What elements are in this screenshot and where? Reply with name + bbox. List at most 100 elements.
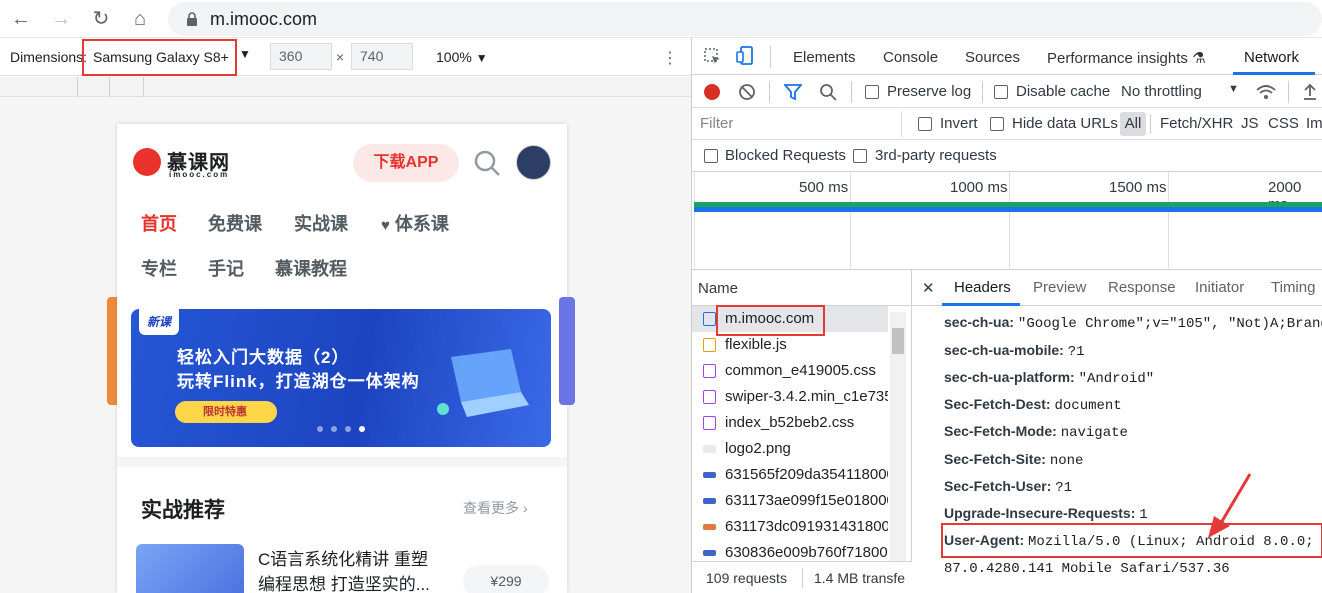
clear-icon[interactable] — [738, 83, 756, 101]
request-row[interactable]: swiper-3.4.2.min_c1e735. — [692, 384, 888, 410]
preserve-log-checkbox[interactable] — [865, 85, 879, 99]
course-title-line2[interactable]: 编程思想 打造坚实的... — [258, 570, 430, 593]
inspect-element-icon[interactable] — [704, 48, 722, 66]
carousel-dot[interactable] — [331, 426, 337, 432]
carousel-dot[interactable] — [345, 426, 351, 432]
invert-checkbox[interactable] — [918, 117, 932, 131]
network-overview[interactable]: 500 ms 1000 ms 1500 ms 2000 ms — [692, 172, 1322, 270]
request-row[interactable]: common_e419005.css — [692, 358, 888, 384]
filter-type-js[interactable]: JS — [1241, 115, 1259, 132]
download-app-button[interactable]: 下载APP — [353, 144, 459, 182]
more-options-icon[interactable]: ⋮ — [662, 48, 678, 68]
third-party-checkbox[interactable] — [853, 149, 867, 163]
nav-notes[interactable]: 手记 — [208, 255, 244, 281]
request-row[interactable]: 631565f209da354118000 — [692, 462, 888, 488]
filter-type-all[interactable]: All — [1120, 112, 1146, 136]
zoom-select[interactable]: 100% ▼ — [436, 49, 488, 65]
reload-icon[interactable]: ↻ — [88, 7, 114, 31]
ruler-tick — [143, 77, 144, 97]
request-row[interactable]: 631173dc091931431800. — [692, 514, 888, 540]
request-row[interactable]: logo2.png — [692, 436, 888, 462]
nav-free-courses[interactable]: 免费课 — [208, 210, 262, 236]
tab-performance-label: Performance insights — [1047, 50, 1188, 67]
throttling-select[interactable]: No throttling — [1121, 83, 1202, 100]
times-sign: × — [336, 49, 345, 65]
filter-bar: Filter Invert Hide data URLs All Fetch/X… — [692, 108, 1322, 140]
disable-cache-checkbox[interactable] — [994, 85, 1008, 99]
network-conditions-icon[interactable] — [1255, 83, 1277, 101]
tab-sources[interactable]: Sources — [965, 49, 1020, 66]
close-icon[interactable]: ✕ — [922, 279, 935, 297]
timeline-gridline — [1009, 172, 1010, 270]
header-key: Sec-Fetch-Dest: — [944, 396, 1051, 412]
chevron-down-icon[interactable]: ▼ — [239, 47, 251, 61]
tab-network[interactable]: Network — [1244, 49, 1299, 66]
course-title-line1[interactable]: C语言系统化精讲 重塑 — [258, 545, 428, 570]
see-more-link[interactable]: 查看更多 › — [463, 498, 528, 518]
nav-home[interactable]: 首页 — [141, 210, 177, 236]
request-name: common_e419005.css — [725, 362, 876, 379]
tab-timing[interactable]: Timing — [1271, 279, 1315, 296]
header-value: 1 — [1139, 507, 1148, 523]
tab-performance-insights[interactable]: Performance insights ⚗ — [1047, 49, 1206, 67]
promo-banner[interactable]: 新课 轻松入门大数据（2） 玩转Flink，打造湖仓一体架构 限时特惠 — [131, 309, 551, 447]
height-input[interactable]: 740 — [351, 43, 413, 70]
filter-icon[interactable] — [784, 83, 802, 101]
scrollbar-thumb[interactable] — [892, 328, 904, 354]
nav-system-courses[interactable]: ♥ 体系课 — [381, 210, 449, 236]
nav-tutorials[interactable]: 慕课教程 — [275, 255, 347, 281]
avatar[interactable] — [516, 145, 551, 180]
request-list-scrollbar[interactable] — [890, 312, 906, 572]
forward-icon[interactable]: → — [48, 7, 74, 31]
carousel-dot[interactable] — [317, 426, 323, 432]
invert-label: Invert — [940, 115, 978, 132]
name-column-header[interactable]: Name — [698, 280, 738, 297]
flask-icon: ⚗ — [1192, 50, 1206, 67]
request-row[interactable]: 630836e009b760f718000 — [692, 540, 888, 560]
tab-elements[interactable]: Elements — [793, 49, 856, 66]
script-icon — [703, 338, 716, 352]
header-line-continuation: 87.0.4280.141 Mobile Safari/537.36 — [944, 559, 1230, 577]
filter-type-fetch-xhr[interactable]: Fetch/XHR — [1160, 115, 1233, 132]
import-har-icon[interactable] — [1302, 83, 1318, 101]
search-icon[interactable] — [473, 149, 501, 177]
request-name: 631173dc091931431800. — [725, 518, 888, 535]
hide-data-urls-checkbox[interactable] — [990, 117, 1004, 131]
filter-type-img[interactable]: Im — [1306, 115, 1322, 132]
header-value: "Google Chrome";v="105", "Not)A;Brand — [1017, 316, 1322, 332]
tab-response[interactable]: Response — [1108, 279, 1176, 296]
chevron-down-icon[interactable]: ▼ — [1228, 83, 1239, 95]
nav-practical-courses[interactable]: 实战课 — [294, 210, 348, 236]
tab-headers[interactable]: Headers — [954, 279, 1011, 296]
stylesheet-icon — [703, 390, 716, 404]
tab-initiator[interactable]: Initiator — [1195, 279, 1244, 296]
tab-preview[interactable]: Preview — [1033, 279, 1086, 296]
network-status-bar: 109 requests 1.4 MB transfe — [692, 561, 912, 593]
tab-console[interactable]: Console — [883, 49, 938, 66]
header-key: sec-ch-ua-platform: — [944, 369, 1075, 385]
document-icon — [703, 312, 716, 326]
banner-line1: 轻松入门大数据（2） — [177, 348, 350, 367]
diamond-icon: ♥ — [381, 217, 390, 234]
carousel-dot[interactable] — [359, 426, 365, 432]
record-icon[interactable] — [704, 84, 720, 100]
nav-column[interactable]: 专栏 — [141, 255, 177, 281]
blocked-requests-checkbox[interactable] — [704, 149, 718, 163]
separator — [851, 81, 852, 103]
width-input[interactable]: 360 — [270, 43, 332, 70]
timeline-label: 1500 ms — [1109, 179, 1167, 196]
site-logo[interactable]: 慕课网 imooc.com — [133, 146, 233, 179]
filter-type-css[interactable]: CSS — [1268, 115, 1299, 132]
search-icon[interactable] — [819, 83, 837, 101]
address-bar[interactable]: m.imooc.com — [168, 2, 1322, 36]
request-row[interactable]: index_b52beb2.css — [692, 410, 888, 436]
header-value: ?1 — [1055, 480, 1073, 496]
header-line: sec-ch-ua: "Google Chrome";v="105", "Not… — [944, 314, 1322, 332]
back-icon[interactable]: ← — [8, 7, 34, 31]
device-toggle-icon[interactable] — [736, 46, 754, 66]
course-thumbnail[interactable] — [136, 544, 244, 593]
device-viewport: 慕课网 imooc.com 下载APP 首页 免费课 实战课 ♥ 体系课 专栏 … — [0, 97, 691, 593]
filter-input[interactable]: Filter — [694, 111, 902, 137]
request-row[interactable]: 631173ae099f15e018000 — [692, 488, 888, 514]
home-icon[interactable]: ⌂ — [127, 7, 153, 31]
